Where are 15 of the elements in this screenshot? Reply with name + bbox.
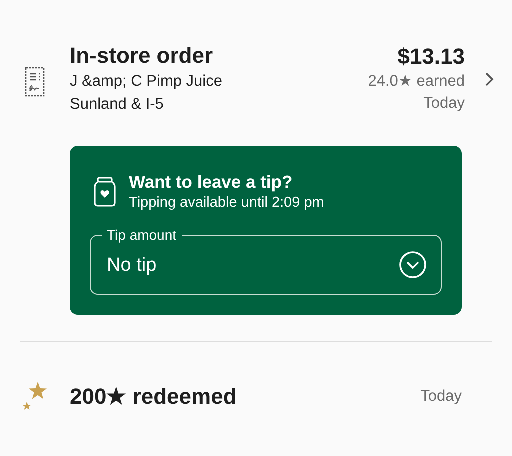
order-title: In-store order [70,42,214,70]
chevron-right-icon[interactable] [485,72,494,86]
stars-icon [22,382,48,412]
store-name: J &amp; C Pimp Juice [70,72,224,92]
tip-title: Want to leave a tip? [129,171,294,193]
receipt-icon [25,67,45,97]
redeemed-title: 200★ redeemed [70,383,238,411]
tip-subtitle: Tipping available until 2:09 pm [129,194,324,213]
stars-earned: 24.0★ earned [368,72,465,92]
store-location: Sunland & I-5 [70,95,165,115]
redeemed-date: Today [420,387,462,407]
order-date: Today [424,94,465,114]
jar-heart-icon [94,177,116,207]
chevron-down-circle-icon [399,251,427,279]
order-amount: $13.13 [398,43,465,71]
